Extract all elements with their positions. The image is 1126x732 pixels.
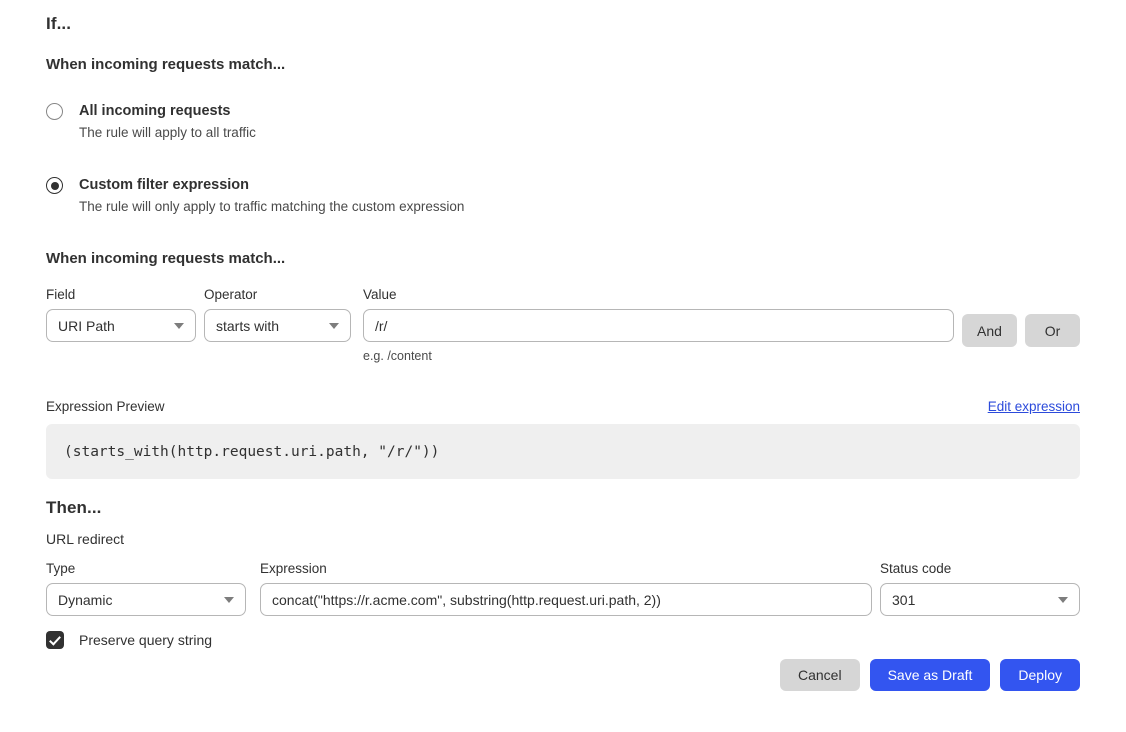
- footer-button-group: Cancel Save as Draft Deploy: [779, 659, 1080, 691]
- expression-preview-label: Expression Preview: [46, 399, 165, 414]
- radio-option-title: All incoming requests: [79, 103, 231, 119]
- preserve-query-string-label: Preserve query string: [79, 632, 213, 648]
- filter-builder-row: Field URI Path Operator starts with Valu…: [46, 287, 1080, 363]
- rule-editor-page: If... When incoming requests match... Al…: [0, 0, 1126, 732]
- incoming-requests-match-heading-1: When incoming requests match...: [46, 56, 286, 73]
- operator-select-value: starts with: [216, 317, 280, 334]
- redirect-type-value: Dynamic: [58, 591, 113, 608]
- radio-icon-unselected[interactable]: [46, 103, 63, 120]
- chevron-down-icon: [174, 322, 184, 329]
- chevron-down-icon: [1058, 596, 1068, 603]
- radio-option-text: All incoming requests The rule will appl…: [79, 101, 256, 143]
- action-type-label: URL redirect: [46, 531, 125, 547]
- value-label: Value: [363, 287, 397, 302]
- redirect-type-select[interactable]: Dynamic: [46, 583, 246, 616]
- expression-preview-header: Expression Preview Edit expression: [46, 399, 1080, 414]
- status-code-value: 301: [892, 591, 916, 608]
- operator-select[interactable]: starts with: [204, 309, 351, 342]
- radio-option-text: Custom filter expression The rule will o…: [79, 175, 464, 217]
- redirect-expression-group: Expression: [260, 561, 872, 616]
- redirect-expression-wrapper[interactable]: [260, 583, 872, 616]
- value-hint: e.g. /content: [363, 349, 432, 363]
- preserve-query-string-checkbox[interactable]: [46, 631, 64, 649]
- redirect-expression-input[interactable]: [272, 591, 860, 608]
- operator-label: Operator: [204, 287, 258, 302]
- status-code-group: Status code 301: [880, 561, 1080, 616]
- deploy-button[interactable]: Deploy: [1000, 659, 1080, 691]
- radio-option-description: The rule will apply to all traffic: [79, 125, 256, 140]
- status-code-label: Status code: [880, 561, 952, 576]
- field-select[interactable]: URI Path: [46, 309, 196, 342]
- if-section-heading: If...: [46, 14, 72, 33]
- logic-buttons-group: And Or: [962, 287, 1080, 347]
- preserve-query-string-row[interactable]: Preserve query string: [46, 631, 212, 649]
- chevron-down-icon: [224, 596, 234, 603]
- operator-group: Operator starts with: [204, 287, 351, 342]
- edit-expression-link[interactable]: Edit expression: [988, 399, 1080, 414]
- action-config-row: Type Dynamic Expression Status code 301: [46, 561, 1080, 616]
- value-group: Value e.g. /content: [363, 287, 954, 363]
- field-select-value: URI Path: [58, 317, 115, 334]
- radio-option-custom-filter-expression[interactable]: Custom filter expression The rule will o…: [46, 175, 464, 217]
- radio-option-title: Custom filter expression: [79, 177, 250, 193]
- expression-preview-text: (starts_with(http.request.uri.path, "/r/…: [64, 443, 440, 460]
- redirect-expression-label: Expression: [260, 561, 327, 576]
- or-button[interactable]: Or: [1025, 314, 1080, 347]
- and-button[interactable]: And: [962, 314, 1017, 347]
- incoming-requests-match-heading-2: When incoming requests match...: [46, 250, 286, 267]
- chevron-down-icon: [329, 322, 339, 329]
- redirect-type-group: Type Dynamic: [46, 561, 246, 616]
- save-as-draft-button[interactable]: Save as Draft: [869, 659, 991, 691]
- radio-icon-selected[interactable]: [46, 177, 63, 194]
- redirect-type-label: Type: [46, 561, 76, 576]
- cancel-button[interactable]: Cancel: [779, 659, 860, 691]
- expression-preview-box: (starts_with(http.request.uri.path, "/r/…: [46, 424, 1080, 479]
- value-input[interactable]: [375, 317, 942, 334]
- then-section-heading: Then...: [46, 498, 102, 517]
- field-group: Field URI Path: [46, 287, 196, 342]
- status-code-select[interactable]: 301: [880, 583, 1080, 616]
- radio-option-description: The rule will only apply to traffic matc…: [79, 199, 465, 214]
- value-input-wrapper[interactable]: [363, 309, 954, 342]
- radio-option-all-incoming-requests[interactable]: All incoming requests The rule will appl…: [46, 101, 256, 143]
- field-label: Field: [46, 287, 76, 302]
